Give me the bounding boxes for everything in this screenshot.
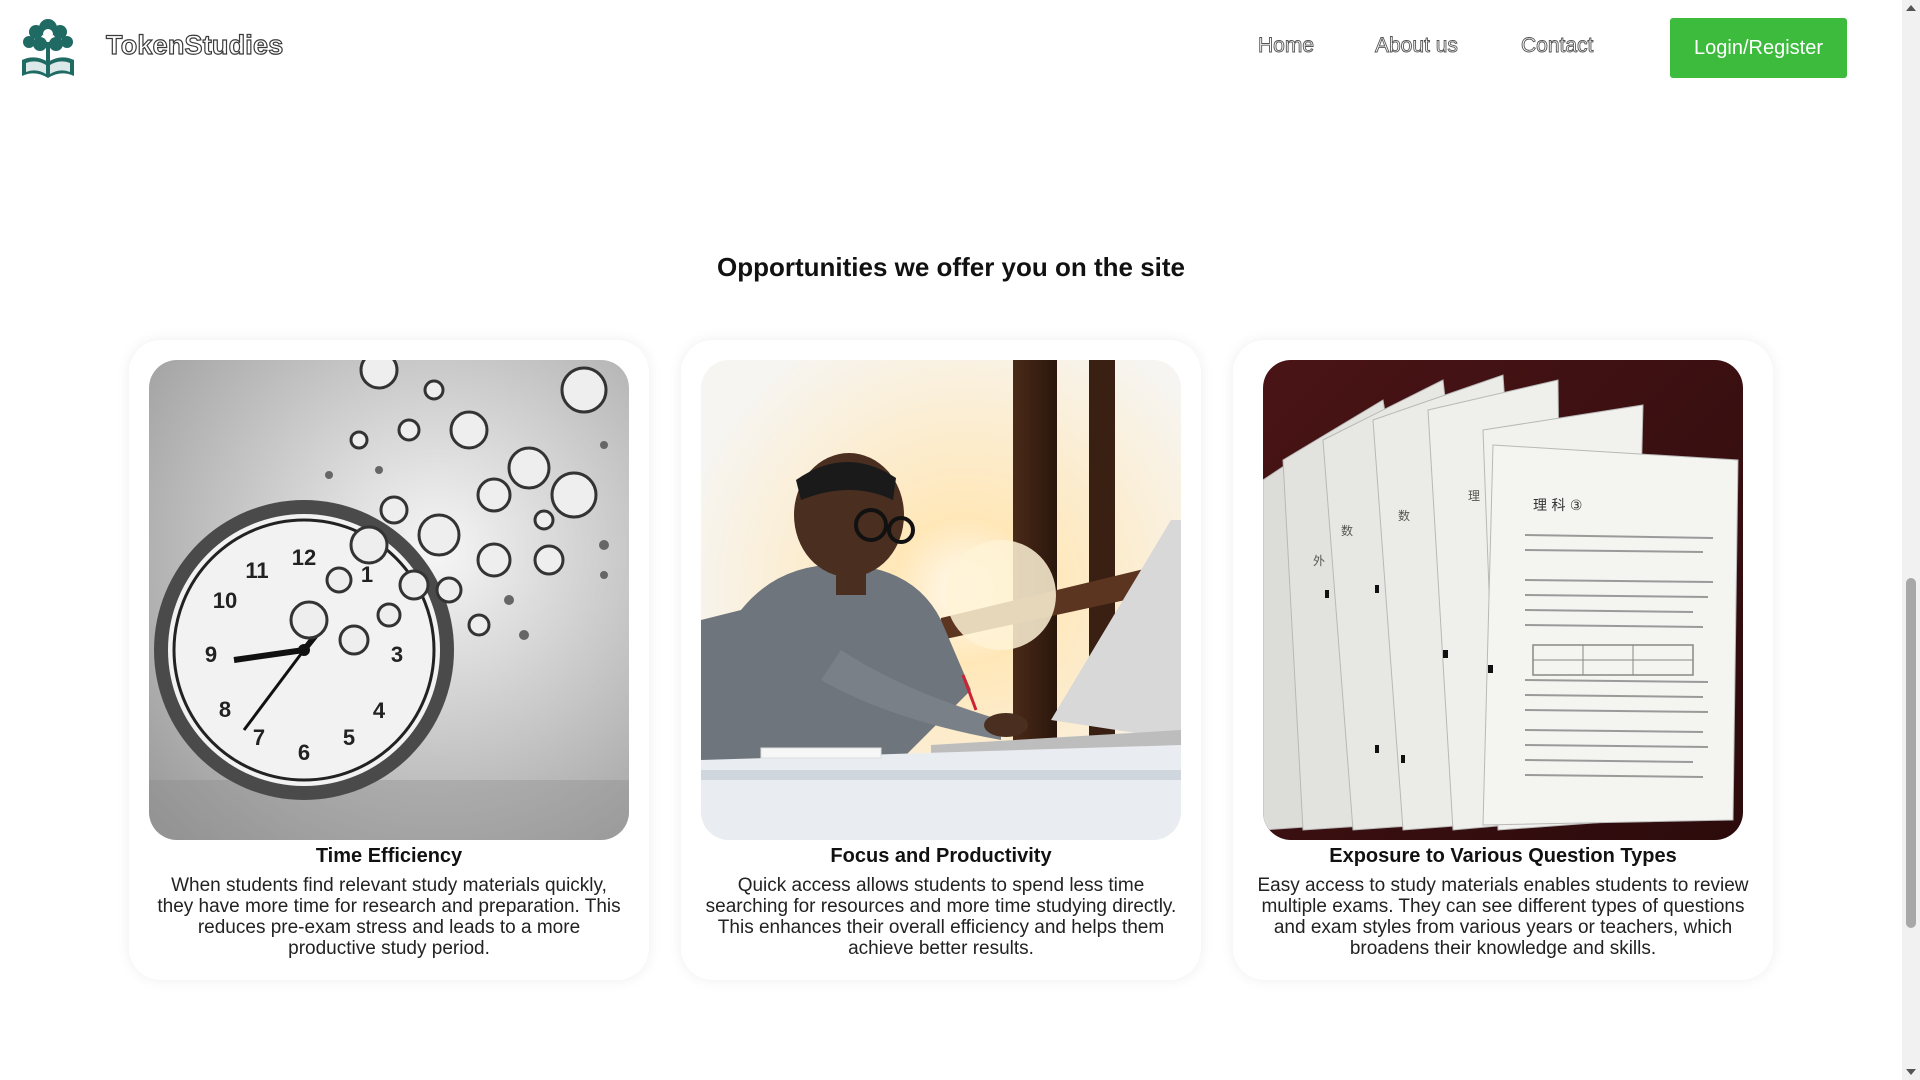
card-title: Time Efficiency: [315, 845, 463, 867]
svg-text:外: 外: [1313, 554, 1325, 568]
student-laptop-image: [701, 360, 1181, 840]
svg-text:8: 8: [219, 697, 231, 722]
card-title: Focus and Productivity: [830, 845, 1052, 867]
feature-card-time-efficiency: 12 1 3 4 5 6 7 8 9 10 11 Time Efficiency…: [129, 340, 649, 980]
brand-name[interactable]: TokenStudies: [105, 29, 283, 61]
page-scrollbar[interactable]: [1902, 0, 1920, 1080]
feature-card-question-types: 理 科 ③ 数 理 数 外 Exposure to Various Questi…: [1233, 340, 1773, 980]
nav-home-link[interactable]: Home: [1258, 34, 1315, 58]
svg-text:理: 理: [1468, 489, 1480, 503]
svg-text:3: 3: [391, 642, 403, 667]
card-description: Quick access allows students to spend le…: [705, 875, 1177, 959]
login-register-button[interactable]: Login/Register: [1670, 18, 1847, 78]
scroll-up-arrow-icon[interactable]: [1906, 5, 1916, 11]
tree-book-logo-icon[interactable]: [18, 16, 78, 80]
scroll-down-arrow-icon[interactable]: [1906, 1069, 1916, 1075]
svg-text:12: 12: [292, 545, 316, 570]
svg-text:10: 10: [213, 588, 237, 613]
svg-text:1: 1: [361, 562, 373, 587]
card-title: Exposure to Various Question Types: [1329, 845, 1677, 867]
svg-text:4: 4: [373, 698, 386, 723]
svg-text:数: 数: [1398, 508, 1410, 523]
site-header: TokenStudies Home About us Contact Login…: [0, 0, 1902, 96]
card-description: Easy access to study materials enables s…: [1257, 875, 1749, 959]
feature-card-focus-productivity: Focus and Productivity Quick access allo…: [681, 340, 1201, 980]
svg-text:9: 9: [205, 642, 217, 667]
scrollbar-thumb[interactable]: [1906, 578, 1916, 928]
nav-contact-link[interactable]: Contact: [1521, 34, 1594, 58]
svg-text:理 科 ③: 理 科 ③: [1533, 498, 1582, 514]
clocks-image: 12 1 3 4 5 6 7 8 9 10 11: [149, 360, 629, 840]
svg-text:数: 数: [1341, 523, 1353, 538]
nav-about-link[interactable]: About us: [1375, 34, 1459, 58]
exam-papers-image: 理 科 ③ 数 理 数 外: [1263, 360, 1743, 840]
svg-text:5: 5: [343, 725, 355, 750]
svg-text:6: 6: [298, 740, 310, 765]
svg-text:7: 7: [253, 725, 265, 750]
svg-text:11: 11: [245, 558, 268, 583]
card-description: When students find relevant study materi…: [157, 875, 621, 959]
section-title: Opportunities we offer you on the site: [716, 252, 1186, 282]
